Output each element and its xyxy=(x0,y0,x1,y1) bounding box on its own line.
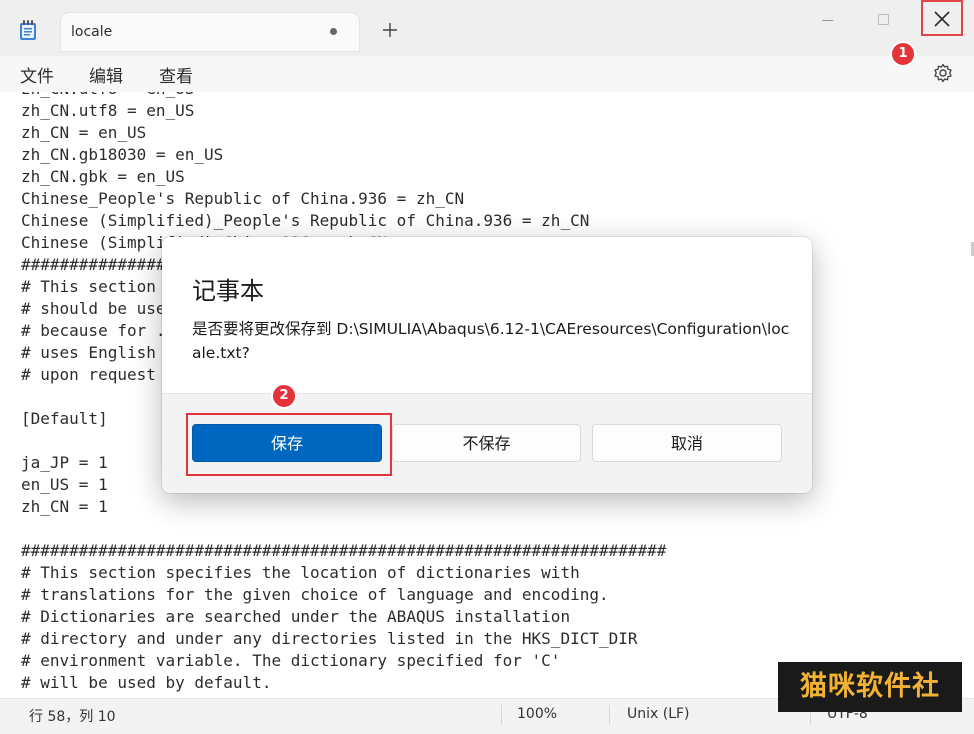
save-highlight-box xyxy=(186,413,392,476)
zoom-level: 100% xyxy=(517,706,558,722)
line-ending: Unix (LF) xyxy=(627,706,690,722)
dialog-message: 是否要将更改保存到 D:\SIMULIA\Abaqus\6.12-1\CAEre… xyxy=(192,320,790,362)
watermark-logo: 猫咪软件社 xyxy=(778,662,962,712)
dont-save-button[interactable]: 不保存 xyxy=(392,424,581,462)
step-marker-1: 1 xyxy=(890,41,916,67)
status-divider xyxy=(501,705,502,725)
cancel-button[interactable]: 取消 xyxy=(592,424,782,462)
dialog-title: 记事本 xyxy=(192,277,264,305)
status-divider xyxy=(609,705,610,725)
cursor-position: 行 58，列 10 xyxy=(29,709,116,725)
step-marker-2: 2 xyxy=(271,383,297,409)
